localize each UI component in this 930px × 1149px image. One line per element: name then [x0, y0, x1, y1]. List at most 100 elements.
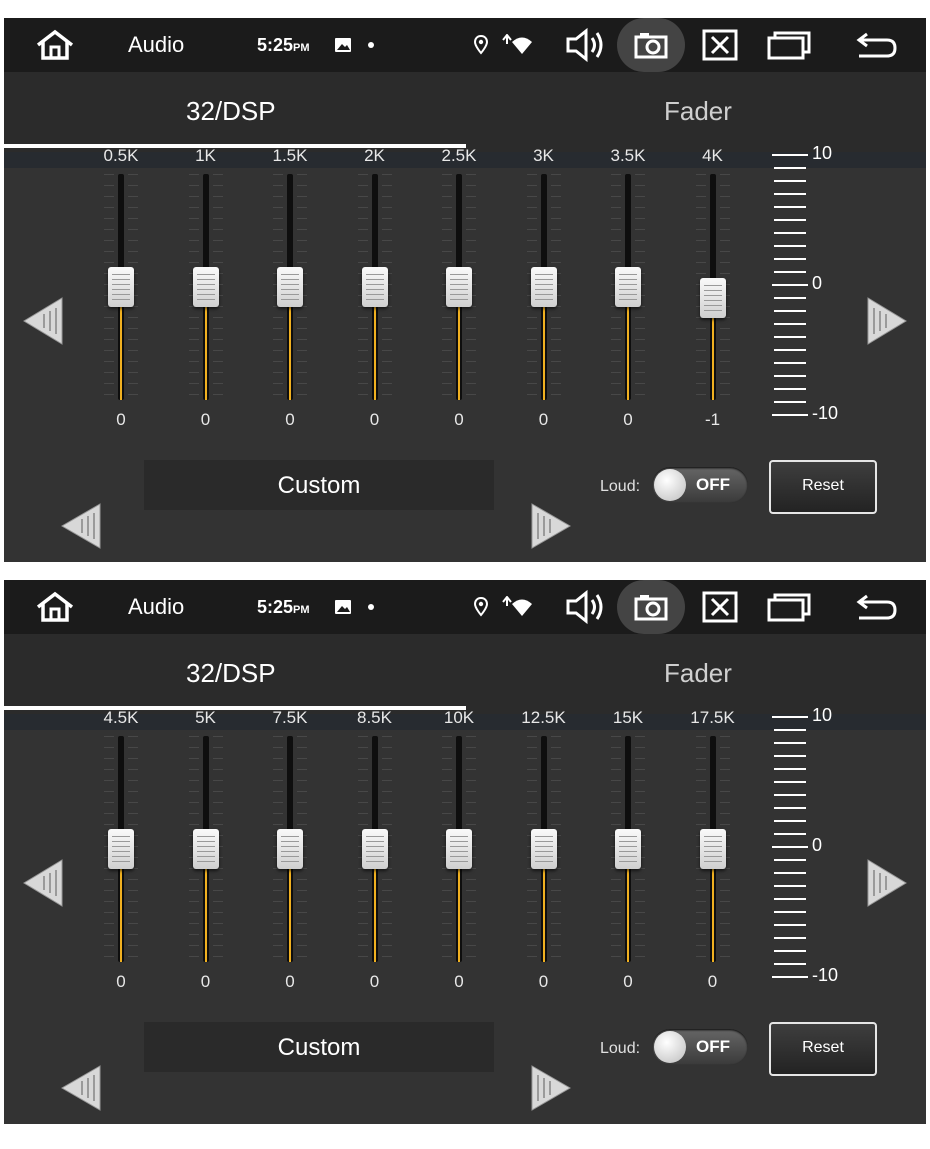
screenshot-button[interactable]: [617, 18, 685, 72]
screenshot-button[interactable]: [617, 580, 685, 634]
scale-tick: [774, 950, 806, 952]
scale-tick: [774, 898, 806, 900]
slider-thumb[interactable]: [530, 267, 557, 307]
band-value: 0: [200, 410, 211, 429]
close-box-icon[interactable]: [702, 591, 738, 623]
bands-next-arrow[interactable]: [866, 858, 908, 908]
band-frequency-label: 7.5K: [272, 708, 308, 727]
scale-label-mid: 0: [812, 835, 823, 855]
scale-tick: [774, 362, 806, 364]
scale-tick: [774, 755, 806, 757]
bands-prev-arrow[interactable]: [22, 858, 64, 908]
back-icon[interactable]: [855, 592, 899, 622]
slider-thumb[interactable]: [192, 829, 219, 869]
scale-tick: [774, 349, 806, 351]
tab-dsp[interactable]: 32/DSP: [186, 658, 276, 689]
home-icon[interactable]: [34, 29, 76, 61]
scale-tick: [774, 885, 806, 887]
scale-tick: [774, 258, 806, 260]
band-value: 0: [285, 410, 295, 429]
reset-button[interactable]: Reset: [769, 460, 877, 514]
slider-thumb[interactable]: [108, 829, 134, 869]
preset-prev-arrow[interactable]: [60, 502, 102, 550]
scale-tick: [774, 206, 806, 208]
tab-fader[interactable]: Fader: [664, 96, 732, 127]
bands-next-arrow[interactable]: [866, 296, 908, 346]
band-frequency-label: 3K: [533, 146, 554, 165]
scale-tick: [774, 963, 806, 965]
scale-tick: [774, 271, 806, 273]
scale-tick: [774, 375, 806, 377]
preset-name: Custom: [277, 1034, 361, 1061]
slider-thumb[interactable]: [277, 267, 303, 307]
band-value: 0: [454, 972, 464, 991]
slider-thumb[interactable]: [699, 278, 726, 319]
loud-toggle[interactable]: OFF: [652, 467, 748, 503]
reset-button[interactable]: Reset: [769, 1022, 877, 1076]
recent-apps-icon[interactable]: [767, 30, 811, 60]
band-value: 0: [538, 410, 549, 429]
scale-tick: [774, 310, 806, 312]
band-value: 0: [285, 972, 295, 991]
scale-tick: [774, 924, 806, 926]
slider-thumb[interactable]: [361, 267, 388, 307]
preset-prev-arrow[interactable]: [60, 1064, 102, 1112]
scale-label-min: -10: [812, 965, 839, 985]
recent-apps-icon[interactable]: [767, 592, 811, 622]
slider-thumb[interactable]: [277, 829, 303, 869]
toggle-knob: [654, 1031, 686, 1063]
scale-tick: [774, 742, 806, 744]
home-icon[interactable]: [34, 591, 76, 623]
band-value: 0: [623, 410, 633, 429]
scale-tick: [774, 781, 806, 783]
tab-dsp[interactable]: 32/DSP: [186, 96, 276, 127]
tab-fader[interactable]: Fader: [664, 658, 732, 689]
slider-thumb[interactable]: [446, 267, 472, 307]
slider-thumb[interactable]: [530, 829, 557, 869]
volume-icon[interactable]: [564, 589, 608, 625]
band-frequency-label: 3.5K: [610, 146, 646, 165]
bands-prev-arrow[interactable]: [22, 296, 64, 346]
preset-selector[interactable]: Custom: [144, 1022, 494, 1072]
band-frequency-label: 1K: [195, 146, 216, 165]
scale-tick: [774, 872, 806, 874]
slider-thumb[interactable]: [361, 829, 388, 869]
back-icon[interactable]: [855, 30, 899, 60]
db-scale: 10 0 -10: [772, 143, 842, 424]
slider-thumb[interactable]: [446, 829, 472, 869]
scale-tick: [774, 180, 806, 182]
band-frequency-label: 12.5K: [521, 708, 566, 727]
scale-tick: [774, 820, 806, 822]
preset-next-arrow[interactable]: [530, 1064, 572, 1112]
scale-tick: [774, 911, 806, 913]
db-scale: 10 0 -10: [772, 705, 842, 986]
loud-toggle[interactable]: OFF: [652, 1029, 748, 1065]
slider-thumb[interactable]: [699, 829, 726, 869]
slider-thumb[interactable]: [615, 829, 641, 869]
close-box-icon[interactable]: [702, 29, 738, 61]
band-value: 0: [200, 972, 211, 991]
scale-tick: [772, 284, 808, 286]
image-icon: [335, 38, 351, 52]
clock: 5:25PM: [257, 35, 310, 55]
eq-panel-2: Audio 5:25PM 32/DSP Fader 4.5K 0 5K 0 7.5K 0 8…: [4, 580, 926, 1124]
slider-thumb[interactable]: [108, 267, 134, 307]
band-value: 0: [707, 972, 718, 991]
camera-icon: [634, 33, 668, 59]
toggle-knob: [654, 469, 686, 501]
scale-tick: [774, 336, 806, 338]
band-frequency-label: 10K: [443, 708, 475, 727]
preset-next-arrow[interactable]: [530, 502, 572, 550]
preset-selector[interactable]: Custom: [144, 460, 494, 510]
scale-tick: [774, 297, 806, 299]
band-frequency-label: 1.5K: [272, 146, 308, 165]
volume-icon[interactable]: [564, 27, 608, 63]
band-value: 0: [623, 972, 633, 991]
band-value: -1: [704, 410, 721, 429]
slider-thumb[interactable]: [192, 267, 219, 307]
band-frequency-label: 0.5K: [103, 146, 139, 165]
slider-thumb[interactable]: [615, 267, 641, 307]
reset-label: Reset: [802, 1039, 844, 1056]
preset-name: Custom: [277, 472, 361, 499]
scale-tick: [774, 833, 806, 835]
